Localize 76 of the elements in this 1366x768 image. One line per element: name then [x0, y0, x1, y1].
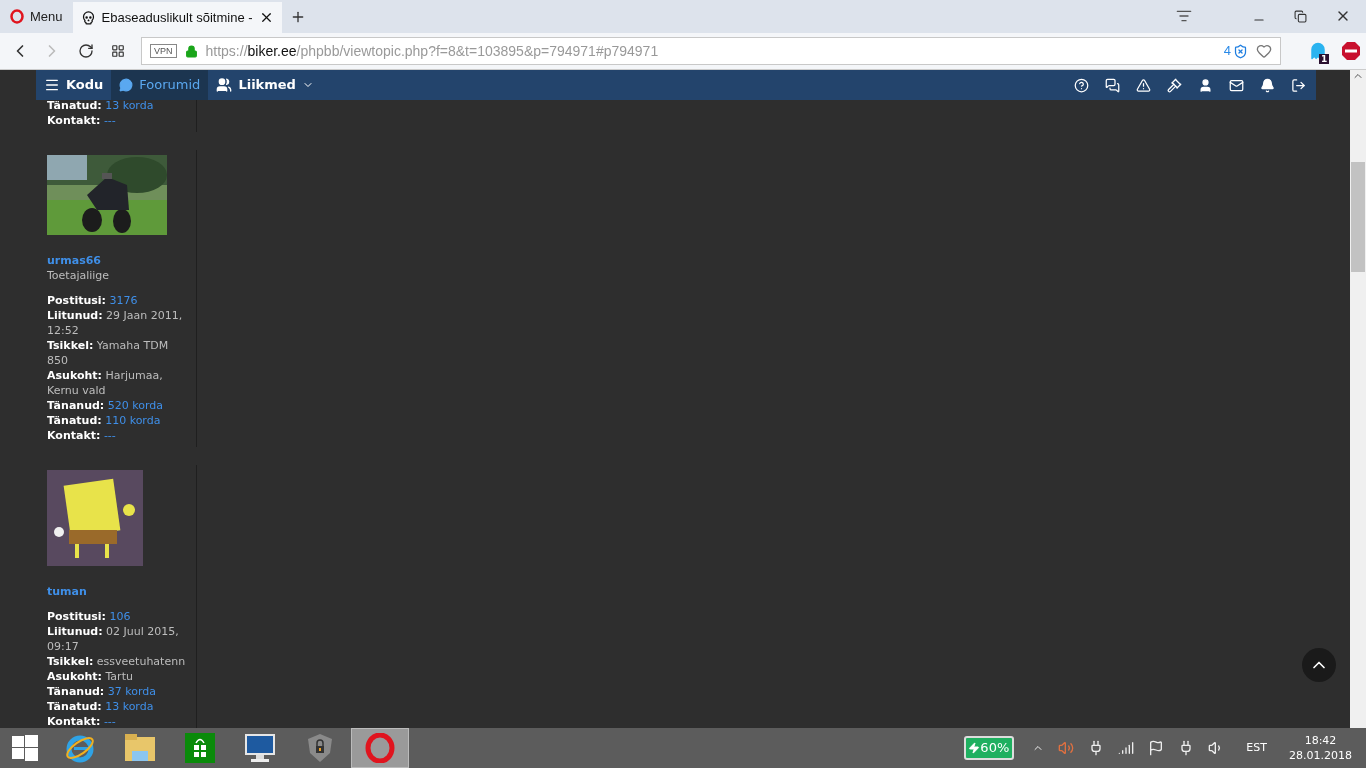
shopping-bag-icon [185, 733, 215, 763]
extension-badge: 1 [1319, 54, 1330, 64]
profile-field: Asukoht: Tartu [47, 669, 188, 684]
field-link[interactable]: 13 korda [105, 99, 154, 112]
field-label: Tänatud: [47, 99, 102, 112]
speech-bubble-icon [119, 78, 134, 92]
opera-logo-icon [365, 733, 395, 763]
field-label: Tänatud: [47, 700, 102, 713]
scrollbar-thumb[interactable] [1351, 162, 1365, 272]
language-indicator[interactable]: EST [1246, 739, 1267, 757]
clock-time: 18:42 [1304, 733, 1337, 748]
nav-item[interactable]: Foorumid [111, 70, 209, 100]
field-link[interactable]: 110 korda [105, 414, 161, 427]
field-label: Kontakt: [47, 715, 101, 728]
flag-icon[interactable] [1148, 740, 1165, 756]
tab-menu-icon[interactable] [1176, 8, 1192, 24]
help-icon[interactable] [1074, 77, 1089, 93]
users-icon [216, 77, 233, 93]
menu-icon [44, 77, 60, 93]
field-link[interactable]: --- [103, 114, 116, 127]
field-link[interactable]: 3176 [109, 294, 138, 307]
field-link[interactable]: 37 korda [107, 685, 156, 698]
username-link[interactable]: tuman [47, 584, 188, 599]
lightning-icon [968, 742, 981, 754]
nav-item[interactable]: Kodu [36, 70, 112, 100]
reload-icon[interactable] [78, 43, 94, 59]
heart-icon[interactable] [1256, 43, 1272, 59]
chat-bubbles-icon[interactable] [1105, 77, 1120, 93]
opera-menu-button[interactable]: Menu [0, 0, 73, 33]
restore-icon[interactable] [1294, 10, 1307, 23]
field-link[interactable]: 13 korda [105, 700, 154, 713]
tab-title: Ebaseaduslikult sõitmine - [101, 8, 253, 27]
lock-icon [184, 44, 198, 58]
logout-icon[interactable] [1291, 77, 1306, 93]
adblock-icon[interactable] [1342, 42, 1360, 60]
folder-icon [124, 733, 156, 763]
field-label: Tänanud: [47, 685, 105, 698]
profile-field: Asukoht: Harjumaa, Kernu vald [47, 368, 188, 398]
field-label: Tänatud: [47, 414, 102, 427]
clock[interactable]: 18:42 28.01.2018 [1289, 733, 1352, 763]
user-rank: Toetajaliige [47, 268, 111, 283]
field-link[interactable]: 520 korda [107, 399, 163, 412]
address-field[interactable]: VPN https://biker.ee/phpbb/viewtopic.php?f=8&t=103895&p=794971#p794971 4 [141, 37, 1281, 65]
signal-icon[interactable] [1118, 740, 1135, 756]
bell-icon[interactable] [1260, 77, 1275, 93]
username-link[interactable]: urmas66 [47, 253, 188, 268]
user-icon[interactable] [1198, 77, 1213, 93]
windows-start-icon[interactable] [12, 735, 38, 761]
url-text: https://biker.ee/phpbb/viewtopic.php?f=8&t=103895&p=794971#p794971 [205, 41, 659, 61]
clock-date: 28.01.2018 [1289, 748, 1352, 763]
gavel-icon[interactable] [1167, 77, 1182, 93]
blocked-count: 4 [1223, 42, 1231, 61]
mail-icon[interactable] [1229, 77, 1244, 93]
profile-field: Tsikkel: Yamaha TDM 850 [47, 338, 188, 368]
shield-lock-icon [307, 733, 333, 763]
field-label: Postitusi: [47, 294, 106, 307]
battery-indicator[interactable]: 60% [964, 736, 1015, 760]
field-label: Kontakt: [47, 114, 101, 127]
opera-logo-icon [10, 9, 24, 24]
monitor-icon [244, 732, 276, 764]
skull-icon [80, 10, 96, 25]
profile-field: Liitunud: 29 Jaan 2011, 12:52 [47, 308, 188, 338]
profile-field: Tsikkel: essveetuhatenn [47, 654, 188, 669]
shield-icon[interactable] [1233, 43, 1248, 59]
nav-item[interactable]: Liikmed [208, 70, 322, 100]
field-link[interactable]: 106 [109, 610, 131, 623]
ghost-icon[interactable] [1309, 42, 1327, 60]
field-link[interactable]: --- [103, 715, 116, 728]
field-label: Tänanud: [47, 399, 105, 412]
browser-tab[interactable]: Ebaseaduslikult sõitmine - [72, 2, 282, 33]
field-link[interactable]: --- [103, 429, 116, 442]
field-label: Postitusi: [47, 610, 106, 623]
vpn-badge[interactable]: VPN [150, 44, 177, 58]
warning-icon[interactable] [1136, 77, 1151, 93]
field-label: Kontakt: [47, 429, 101, 442]
grid-icon[interactable] [111, 44, 125, 58]
